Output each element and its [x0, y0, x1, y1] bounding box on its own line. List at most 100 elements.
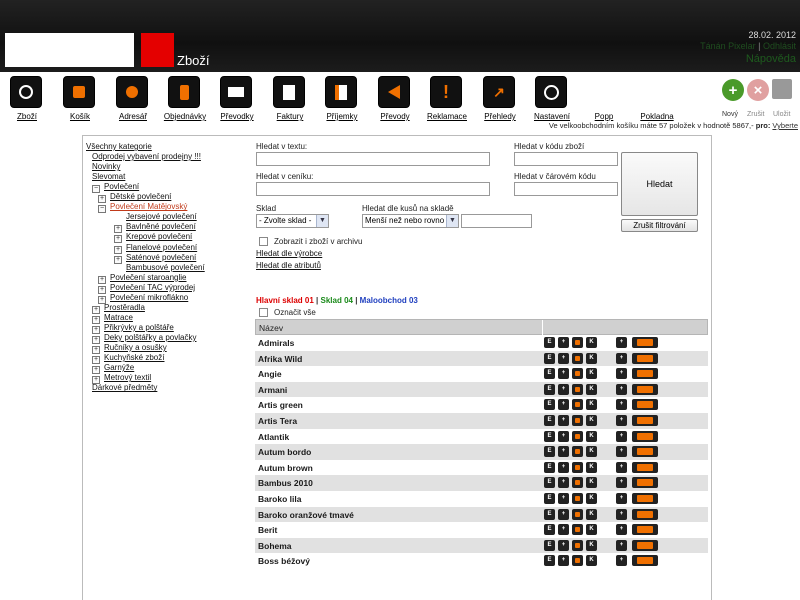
edit-icon[interactable]: E	[544, 555, 555, 567]
tree-item-label[interactable]: Deky polštářky a povlačky	[104, 333, 196, 342]
plus-icon[interactable]: +	[616, 383, 627, 395]
add-icon[interactable]: +	[558, 493, 569, 504]
cart-add-icon[interactable]: K	[586, 430, 597, 442]
detail-icon[interactable]	[572, 415, 583, 426]
tree-item[interactable]: Jersejové povlečení	[126, 212, 197, 222]
tree-item[interactable]: + Deky polštářky a povlačky	[92, 333, 196, 344]
tree-item[interactable]: Všechny kategorie	[86, 142, 152, 152]
table-row[interactable]: Angie E + K +	[255, 366, 708, 382]
tree-item[interactable]: Dárkové předměty	[92, 383, 157, 393]
plus-icon[interactable]: +	[616, 508, 627, 520]
tree-item-label[interactable]: Flanelové povlečení	[126, 243, 197, 252]
edit-icon[interactable]: E	[544, 430, 555, 442]
tree-item-label[interactable]: Jersejové povlečení	[126, 212, 197, 221]
table-row[interactable]: Bohema E + K +	[255, 537, 708, 554]
plus-icon[interactable]: +	[616, 415, 627, 426]
add-icon[interactable]: +	[558, 555, 569, 567]
plus-icon[interactable]: +	[616, 524, 627, 536]
cart-add-icon[interactable]: K	[586, 477, 597, 489]
add-icon[interactable]: +	[558, 415, 569, 426]
edit-icon[interactable]: E	[544, 477, 555, 489]
plus-icon[interactable]: +	[616, 352, 627, 364]
edit-icon[interactable]: E	[544, 368, 555, 380]
archive-checkbox[interactable]	[259, 237, 268, 246]
table-row[interactable]: Bambus 2010 E + K +	[255, 475, 708, 491]
plus-icon[interactable]: +	[616, 368, 627, 380]
tree-item[interactable]: Slevomat	[92, 172, 125, 182]
tree-item[interactable]: − Povlečení Matějovský	[98, 202, 187, 214]
search-by-attributes-link[interactable]: Hledat dle atributů	[256, 261, 321, 270]
plus-icon[interactable]: +	[616, 493, 627, 504]
table-row[interactable]: Atlantik E + K +	[255, 428, 708, 445]
tree-item[interactable]: + Prostěradla	[92, 303, 145, 314]
tree-item[interactable]: Novinky	[92, 162, 120, 172]
tree-item[interactable]: + Flanelové povlečení	[114, 243, 197, 254]
tree-item-label[interactable]: Povlečení mikroflákno	[110, 293, 188, 302]
tree-item-label[interactable]: Krepové povlečení	[126, 232, 192, 241]
tree-item-label[interactable]: Ručníky a osušky	[104, 343, 167, 352]
cart-add-icon[interactable]: K	[586, 337, 597, 348]
product-name[interactable]: Angie	[258, 369, 282, 379]
stock-icon[interactable]	[632, 337, 658, 348]
product-name[interactable]: Autum bordo	[258, 447, 311, 457]
search-text-input[interactable]	[256, 152, 490, 166]
add-icon[interactable]: +	[558, 337, 569, 348]
toolbar-adresar[interactable]: Adresář	[103, 76, 163, 122]
tree-item-label[interactable]: Novinky	[92, 162, 120, 171]
save-icon[interactable]	[772, 79, 792, 99]
edit-icon[interactable]: E	[544, 415, 555, 426]
tree-item[interactable]: − Povlečení	[92, 182, 139, 194]
add-icon[interactable]: +	[558, 383, 569, 395]
edit-icon[interactable]: E	[544, 383, 555, 395]
cart-add-icon[interactable]: K	[586, 399, 597, 411]
warehouse-store[interactable]: Sklad 04	[321, 296, 353, 305]
save-label[interactable]: Uložit	[773, 111, 791, 118]
product-name[interactable]: Admirals	[258, 338, 294, 348]
search-price-input[interactable]	[256, 182, 490, 196]
table-row[interactable]: Boss béžový E + K +	[255, 553, 708, 569]
table-row[interactable]: Baroko oranžové tmavé E + K +	[255, 506, 708, 523]
toolbar-prevody[interactable]: Převody	[365, 76, 425, 122]
table-row[interactable]: Admirals E + K +	[255, 335, 708, 351]
detail-icon[interactable]	[572, 477, 583, 489]
detail-icon[interactable]	[572, 337, 583, 348]
cart-add-icon[interactable]: K	[586, 555, 597, 567]
product-name[interactable]: Boss béžový	[258, 556, 310, 566]
tree-item[interactable]: + Kuchyňské zboží	[92, 353, 164, 365]
detail-icon[interactable]	[572, 399, 583, 411]
stock-icon[interactable]	[632, 508, 658, 520]
warehouse-retail[interactable]: Maloobchod 03	[360, 296, 418, 305]
collapse-icon[interactable]: −	[98, 205, 106, 214]
table-row[interactable]: Artis Tera E + K +	[255, 413, 708, 429]
choose-customer-link[interactable]: Vyberte	[772, 121, 798, 130]
table-row[interactable]: Autum brown E + K +	[255, 459, 708, 476]
search-code-input[interactable]	[514, 152, 618, 166]
stock-icon[interactable]	[632, 493, 658, 504]
cart-add-icon[interactable]: K	[586, 415, 597, 426]
tree-item[interactable]: + Bavlněné povlečení	[114, 222, 196, 234]
add-icon[interactable]: +	[558, 446, 569, 458]
toolbar-prevodky[interactable]: Převodky	[207, 76, 267, 122]
add-icon[interactable]: +	[558, 524, 569, 536]
tree-item-label[interactable]: Saténové povlečení	[126, 253, 196, 262]
table-row[interactable]: Baroko lila E + K +	[255, 491, 708, 507]
tree-item[interactable]: + Přikrývky a polštáře	[92, 323, 174, 334]
toolbar-kosik[interactable]: Košík	[50, 76, 110, 122]
toolbar-reklamace[interactable]: ! Reklamace	[417, 76, 477, 122]
tree-item-label[interactable]: Přikrývky a polštáře	[104, 323, 174, 332]
detail-icon[interactable]	[572, 493, 583, 504]
plus-icon[interactable]: +	[616, 446, 627, 458]
cart-add-icon[interactable]: K	[586, 446, 597, 458]
edit-icon[interactable]: E	[544, 399, 555, 411]
product-name[interactable]: Berit	[258, 525, 277, 535]
help-link[interactable]: Nápověda	[746, 53, 796, 65]
product-name[interactable]: Artis Tera	[258, 416, 297, 426]
edit-icon[interactable]: E	[544, 493, 555, 504]
tree-item[interactable]: + Saténové povlečení	[114, 253, 196, 264]
tree-item-label[interactable]: Slevomat	[92, 172, 125, 181]
edit-icon[interactable]: E	[544, 337, 555, 348]
plus-icon[interactable]: +	[616, 399, 627, 411]
toolbar-pokladna[interactable]: Pokladna	[627, 76, 687, 122]
tree-item-label[interactable]: Kuchyňské zboží	[104, 353, 164, 362]
stock-icon[interactable]	[632, 446, 658, 458]
